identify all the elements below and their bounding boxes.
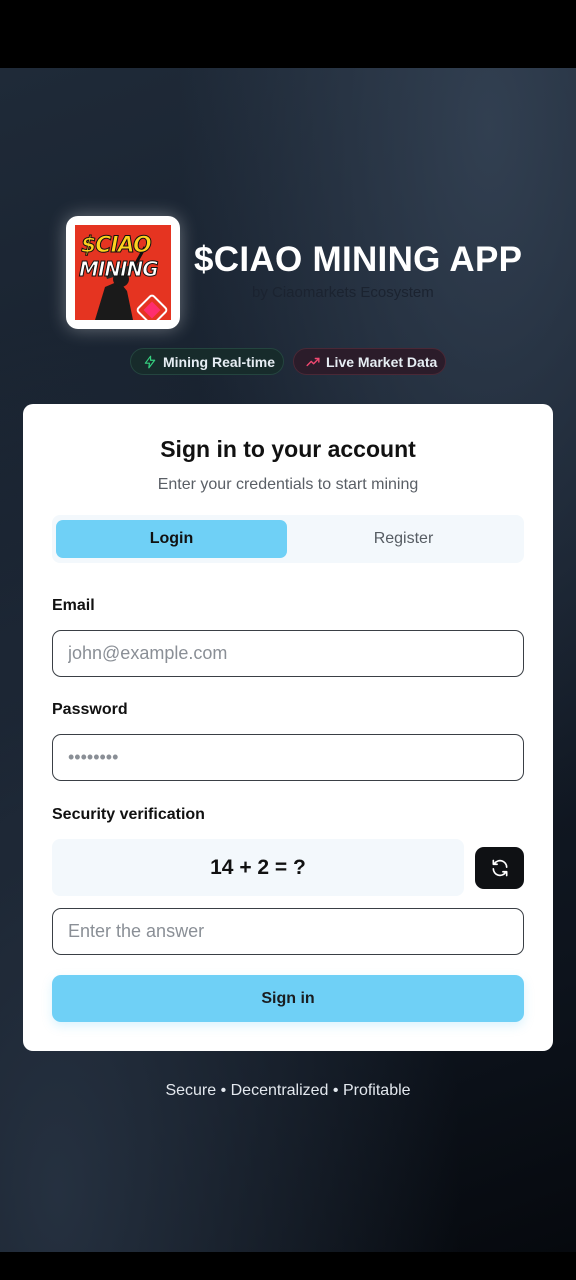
app-logo: $CIAO MINING <box>66 216 180 329</box>
card-subtitle: Enter your credentials to start mining <box>157 476 419 493</box>
auth-tabs: Login Register <box>52 515 524 563</box>
sign-in-card: Sign in to your account Enter your crede… <box>23 404 553 1051</box>
refresh-captcha-button[interactable] <box>475 847 524 889</box>
captcha-answer-field[interactable] <box>52 908 524 955</box>
security-verification-label: Security verification <box>52 806 205 823</box>
market-badge-label: Live Market Data <box>326 353 438 370</box>
live-market-badge: Live Market Data <box>293 348 446 375</box>
sign-in-button[interactable]: Sign in <box>52 975 524 1022</box>
refresh-icon <box>492 859 507 877</box>
email-label: Email <box>52 597 95 614</box>
mining-badge-label: Mining Real-time <box>163 353 276 370</box>
logo-text-mining: MINING <box>79 257 160 282</box>
captcha-question: 14 + 2 = ? <box>52 839 464 896</box>
logo-image: $CIAO MINING <box>75 225 171 320</box>
tab-register[interactable]: Register <box>288 520 519 558</box>
lightning-icon <box>144 355 156 368</box>
trending-up-icon <box>306 357 320 366</box>
app-title: $CIAO MINING APP <box>194 240 523 279</box>
email-field[interactable] <box>52 630 524 677</box>
tab-login[interactable]: Login <box>56 520 287 558</box>
logo-text-ciao: $CIAO <box>81 233 153 259</box>
system-nav-bar <box>0 1252 576 1280</box>
password-field[interactable] <box>52 734 524 781</box>
app-subtitle: by Ciaomarkets Ecosystem <box>252 284 434 301</box>
password-label: Password <box>52 701 128 718</box>
status-bar <box>0 0 576 68</box>
card-title: Sign in to your account <box>160 436 416 462</box>
mining-realtime-badge: Mining Real-time <box>130 348 284 375</box>
footer-tagline: Secure • Decentralized • Profitable <box>165 1082 411 1099</box>
